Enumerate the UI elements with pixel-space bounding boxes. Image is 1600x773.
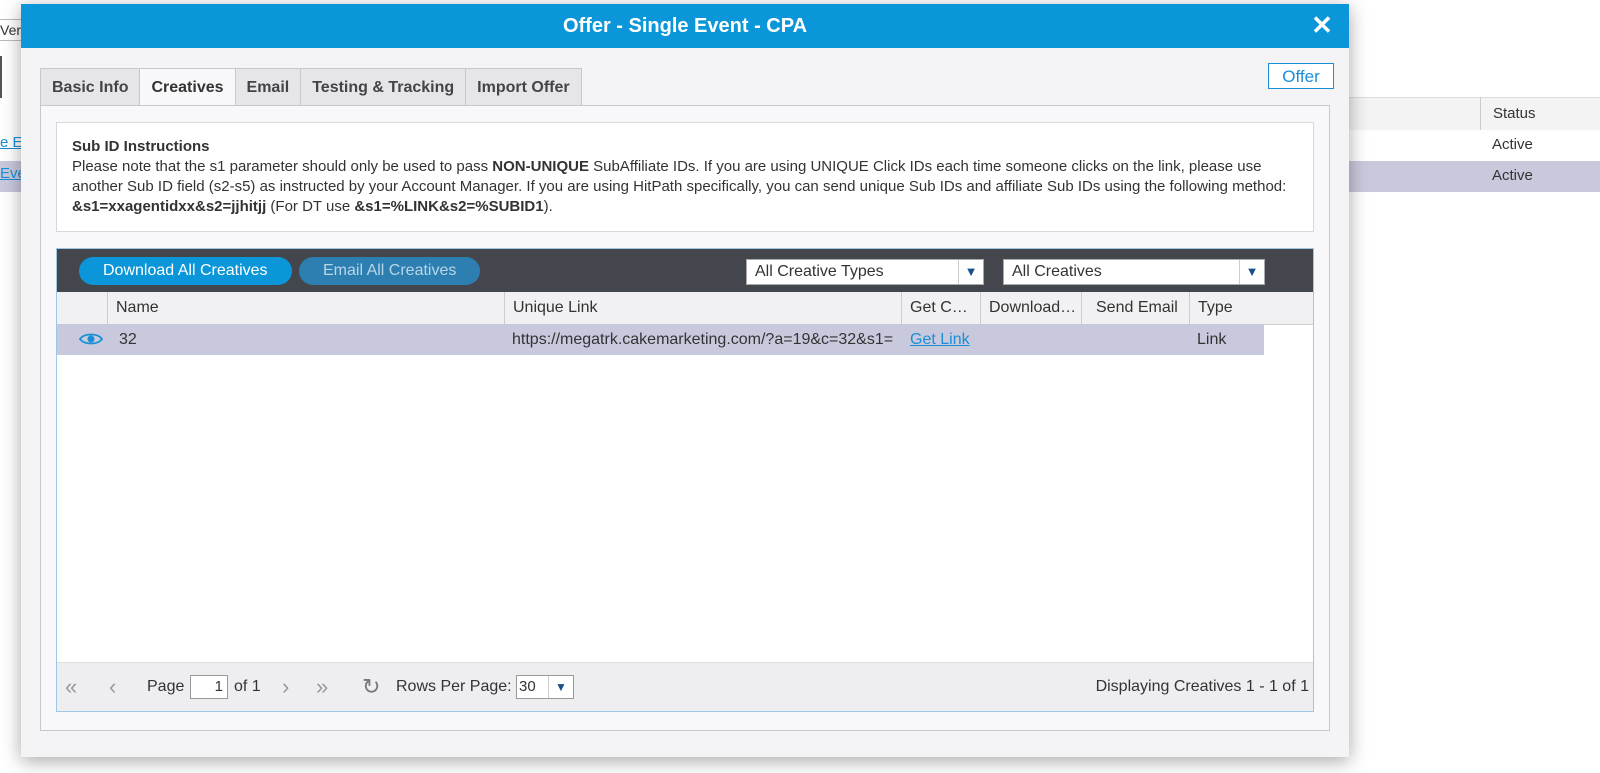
background-offer-link-2[interactable]: Eve [0, 165, 22, 182]
column-header-send-email[interactable]: Send Email [1081, 292, 1189, 324]
tab-import-offer[interactable]: Import Offer [465, 68, 582, 106]
instructions-bold-text: NON-UNIQUE [492, 158, 589, 175]
cell-unique-link[interactable]: https://megatrk.cakemarketing.com/?a=19&… [504, 324, 901, 355]
background-table-row-selected[interactable] [1320, 161, 1600, 192]
header-icon-column [57, 292, 107, 324]
background-table-row[interactable] [1320, 130, 1600, 161]
instructions-bold-text: &s1=%LINK&s2=%SUBID1 [354, 198, 544, 215]
offer-dialog: Offer - Single Event - CPA ✕ Basic Info … [21, 4, 1349, 757]
background-status-cell: Active [1492, 167, 1533, 184]
background-status-cell: Active [1492, 136, 1533, 153]
instructions-text: Please note that the s1 parameter should… [72, 158, 493, 175]
creative-types-value: All Creative Types [755, 263, 884, 280]
next-page-icon[interactable]: › [282, 675, 289, 699]
table-row[interactable]: 32 https://megatrk.cakemarketing.com/?a=… [57, 324, 1264, 355]
rows-per-page-select[interactable]: 30 ▼ [516, 675, 574, 699]
instructions-title: Sub ID Instructions [72, 138, 210, 155]
rows-per-page-label: Rows Per Page: [396, 678, 512, 695]
tab-basic-info[interactable]: Basic Info [40, 68, 140, 106]
refresh-icon[interactable]: ↻ [362, 675, 380, 699]
background-left-field-text: Ver [0, 22, 22, 38]
dialog-titlebar[interactable]: Offer - Single Event - CPA ✕ [21, 4, 1349, 48]
grid-pager: « ‹ Page 1 of 1 › » ↻ Rows Per Page: 30 … [57, 662, 1313, 711]
column-header-unique-link[interactable]: Unique Link [504, 292, 901, 324]
dialog-tabs: Basic Info Creatives Email Testing & Tra… [40, 68, 582, 106]
tab-creatives[interactable]: Creatives [139, 68, 235, 106]
page-count-label: of 1 [234, 678, 261, 695]
background-left-bar [0, 56, 2, 98]
chevron-down-icon[interactable]: ▼ [548, 676, 573, 698]
dialog-title: Offer - Single Event - CPA [562, 15, 808, 37]
chevron-down-icon[interactable]: ▼ [1239, 260, 1264, 284]
instructions-text: ). [543, 198, 553, 215]
creatives-value: All Creatives [1012, 263, 1102, 280]
download-all-creatives-button[interactable]: Download All Creatives [79, 257, 292, 285]
column-header-download[interactable]: Download… [980, 292, 1081, 324]
cell-type: Link [1197, 331, 1227, 348]
grid-toolbar: Download All Creatives Email All Creativ… [57, 249, 1313, 292]
background-status-header[interactable]: Status [1480, 97, 1600, 130]
cell-name: 32 [119, 331, 137, 348]
previous-page-icon[interactable]: ‹ [109, 675, 116, 699]
tab-email[interactable]: Email [234, 68, 301, 106]
tab-testing-tracking[interactable]: Testing & Tracking [300, 68, 466, 106]
column-header-get-code[interactable]: Get C… [901, 292, 980, 324]
offer-button[interactable]: Offer [1268, 63, 1334, 89]
creatives-grid: Download All Creatives Email All Creativ… [56, 248, 1314, 712]
instructions-text: (For DT use [266, 198, 355, 215]
background-offer-link-1[interactable]: e Ev [0, 134, 22, 151]
creatives-select[interactable]: All Creatives ▼ [1003, 259, 1265, 285]
instructions-bold-text: &s1=xxagentidxx&s2=jjhitjj [72, 198, 267, 215]
creative-types-select[interactable]: All Creative Types ▼ [746, 259, 984, 285]
cell-send-email [1081, 324, 1189, 355]
column-header-type[interactable]: Type [1189, 292, 1264, 324]
creatives-panel: Sub ID Instructions Please note that the… [40, 105, 1330, 731]
chevron-down-icon[interactable]: ▼ [958, 260, 983, 284]
column-header-name[interactable]: Name [107, 292, 504, 324]
cell-download [980, 324, 1081, 355]
email-all-creatives-button[interactable]: Email All Creatives [299, 257, 481, 285]
sub-id-instructions: Sub ID Instructions Please note that the… [56, 122, 1314, 232]
get-link[interactable]: Get Link [902, 324, 980, 355]
page-number-input[interactable]: 1 [190, 675, 228, 699]
close-icon[interactable]: ✕ [1309, 12, 1335, 38]
grid-header: Name Unique Link Get C… Download… Send E… [57, 292, 1264, 325]
page-label: Page [147, 678, 185, 695]
rows-per-page-value: 30 [519, 678, 536, 695]
eye-icon[interactable] [79, 331, 103, 347]
grid-header-filler [1264, 292, 1313, 325]
background-left-field[interactable]: Ver [0, 19, 23, 41]
first-page-icon[interactable]: « [65, 675, 77, 699]
last-page-icon[interactable]: » [316, 675, 328, 699]
display-count-text: Displaying Creatives 1 - 1 of 1 [1095, 678, 1309, 695]
